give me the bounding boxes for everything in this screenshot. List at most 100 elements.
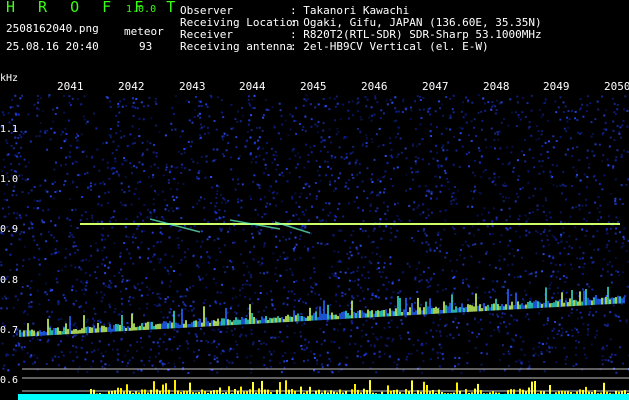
noise-pixel <box>215 201 218 204</box>
noise-pixel <box>396 326 399 329</box>
noise-pixel <box>305 197 308 199</box>
intensity-bar <box>117 387 119 394</box>
noise-pixel <box>330 167 333 170</box>
noise-pixel <box>170 165 173 168</box>
noise-pixel <box>370 241 373 244</box>
noise-pixel <box>539 188 542 191</box>
noise-pixel <box>559 252 562 255</box>
noise-pixel <box>183 148 186 150</box>
noise-pixel <box>267 174 270 177</box>
noise-pixel <box>344 271 347 274</box>
noise-pixel <box>57 300 60 303</box>
noise-pixel <box>394 203 396 206</box>
noise-pixel <box>140 294 143 297</box>
noise-pixel <box>75 299 78 302</box>
noise-pixel <box>425 217 428 219</box>
noise-pixel <box>554 100 557 103</box>
noise-pixel <box>499 358 501 361</box>
noise-pixel <box>396 202 399 205</box>
noise-pixel <box>436 151 439 154</box>
intensity-bar <box>606 391 608 394</box>
noise-pixel <box>557 106 560 109</box>
noise-pixel <box>50 253 53 256</box>
noise-pixel <box>156 341 159 344</box>
noise-pixel <box>385 276 388 279</box>
noise-pixel <box>112 216 115 218</box>
noise-pixel <box>293 361 296 364</box>
noise-pixel <box>472 234 475 237</box>
noise-pixel <box>293 281 296 283</box>
noise-pixel <box>131 236 134 239</box>
noise-pixel <box>317 169 319 172</box>
noise-pixel <box>3 166 6 168</box>
noise-pixel <box>387 281 390 284</box>
noise-pixel <box>15 113 18 116</box>
noise-pixel <box>474 159 477 162</box>
noise-pixel <box>250 114 253 117</box>
noise-pixel <box>601 95 604 98</box>
noise-pixel <box>223 155 225 158</box>
noise-pixel <box>557 242 560 245</box>
noise-pixel <box>524 234 527 237</box>
noise-pixel <box>382 176 385 179</box>
noise-pixel <box>444 172 447 175</box>
noise-pixel <box>588 166 590 169</box>
noise-pixel <box>414 100 416 103</box>
noise-pixel <box>502 353 505 356</box>
noise-pixel <box>546 323 549 325</box>
noise-pixel <box>383 353 386 355</box>
noise-pixel <box>6 142 9 145</box>
noise-pixel <box>51 182 54 185</box>
noise-pixel <box>579 179 582 182</box>
noise-pixel <box>525 229 528 232</box>
noise-pixel <box>386 161 389 164</box>
noise-pixel <box>545 214 548 217</box>
noise-pixel <box>541 343 544 345</box>
noise-pixel <box>208 236 211 238</box>
noise-pixel <box>9 269 12 272</box>
noise-pixel <box>49 138 52 141</box>
noise-pixel <box>496 280 499 283</box>
noise-pixel <box>247 123 250 126</box>
noise-pixel <box>602 154 605 157</box>
noise-pixel <box>528 231 531 234</box>
noise-pixel <box>291 195 294 198</box>
noise-pixel <box>110 168 113 171</box>
noise-pixel <box>78 266 81 269</box>
noise-pixel <box>431 211 433 214</box>
noise-pixel <box>146 148 149 151</box>
noise-pixel <box>215 259 218 262</box>
intensity-bar <box>495 392 497 394</box>
noise-pixel <box>36 338 39 341</box>
intensity-bar <box>141 389 143 394</box>
noise-pixel <box>299 156 301 159</box>
noise-pixel <box>390 154 393 157</box>
noise-pixel <box>258 154 261 157</box>
noise-pixel <box>389 137 391 139</box>
noise-pixel <box>441 146 444 149</box>
noise-pixel <box>257 261 260 264</box>
noise-pixel <box>615 240 618 243</box>
noise-pixel <box>546 349 548 352</box>
noise-pixel <box>524 289 527 292</box>
noise-pixel <box>127 362 129 365</box>
noise-pixel <box>513 276 516 279</box>
noise-pixel <box>155 103 158 105</box>
noise-pixel <box>213 355 216 358</box>
noise-pixel <box>530 94 533 97</box>
noise-pixel <box>39 130 42 133</box>
noise-pixel <box>459 254 461 257</box>
noise-pixel <box>50 220 52 223</box>
noise-pixel <box>614 200 617 203</box>
noise-pixel <box>143 322 146 325</box>
noise-pixel <box>278 239 281 242</box>
noise-pixel <box>246 265 249 268</box>
noise-pixel <box>540 351 543 353</box>
intensity-bar <box>336 392 338 394</box>
noise-pixel <box>316 131 319 134</box>
intensity-bar <box>150 389 152 394</box>
noise-pixel <box>625 183 628 186</box>
noise-pixel <box>192 206 195 209</box>
noise-pixel <box>95 127 98 130</box>
intensity-bar <box>174 380 176 394</box>
